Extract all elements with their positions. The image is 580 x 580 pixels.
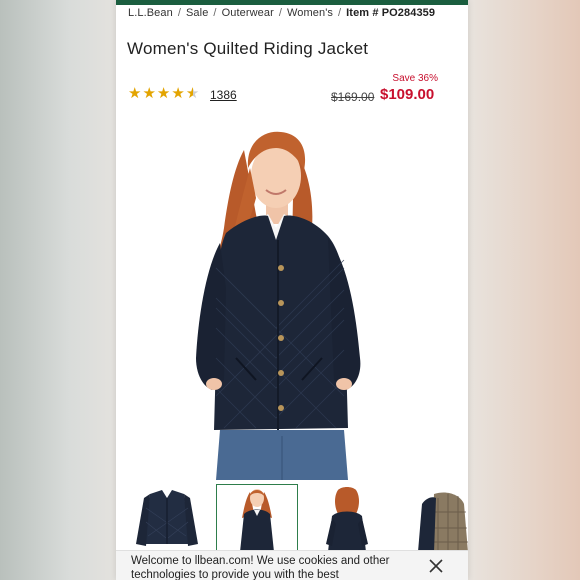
breadcrumb-womens-link[interactable]: Women's: [287, 7, 333, 19]
sale-price: $109.00: [380, 86, 435, 103]
review-count-link[interactable]: 1386: [210, 88, 237, 102]
breadcrumb-outerwear-link[interactable]: Outerwear: [222, 7, 274, 19]
breadcrumb: L.L.Bean / Sale / Outerwear / Women's / Item # P…: [128, 7, 468, 19]
item-number: Item # PO284359: [346, 7, 436, 19]
star-icon: ★: [156, 85, 171, 102]
star-icon: ★: [142, 85, 156, 102]
thumbnail-plaid-lining[interactable]: [394, 484, 468, 552]
breadcrumb-separator: /: [338, 7, 342, 19]
product-page: L.L.Bean / Sale / Outerwear / Women's / Item # P…: [116, 0, 468, 580]
breadcrumb-separator: /: [213, 7, 217, 19]
star-icon: ★: [171, 85, 185, 102]
cookie-banner: Welcome to llbean.com! We use cookies an…: [116, 550, 468, 580]
header-bar: [116, 0, 468, 5]
half-star-icon: ★: [185, 85, 200, 102]
original-price: $169.00: [331, 90, 375, 104]
product-title: Women's Quilted Riding Jacket: [127, 39, 369, 58]
close-icon[interactable]: [428, 558, 444, 574]
breadcrumb-separator: /: [278, 7, 282, 19]
star-icon: ★: [128, 85, 142, 102]
product-hero-image[interactable]: [116, 118, 468, 480]
cookie-banner-text: Welcome to llbean.com! We use cookies an…: [131, 555, 390, 580]
breadcrumb-separator: /: [177, 7, 181, 19]
thumbnail-model-front[interactable]: [216, 484, 298, 552]
breadcrumb-home-link[interactable]: L.L.Bean: [128, 7, 173, 19]
thumbnail-jacket-flat[interactable]: [126, 484, 208, 552]
rating-stars[interactable]: ★ ★ ★ ★ ★: [128, 86, 200, 102]
breadcrumb-sale-link[interactable]: Sale: [186, 7, 208, 19]
thumbnail-strip: [116, 484, 468, 554]
save-percent-badge: Save 36%: [392, 73, 438, 84]
thumbnail-model-back[interactable]: [306, 484, 388, 552]
